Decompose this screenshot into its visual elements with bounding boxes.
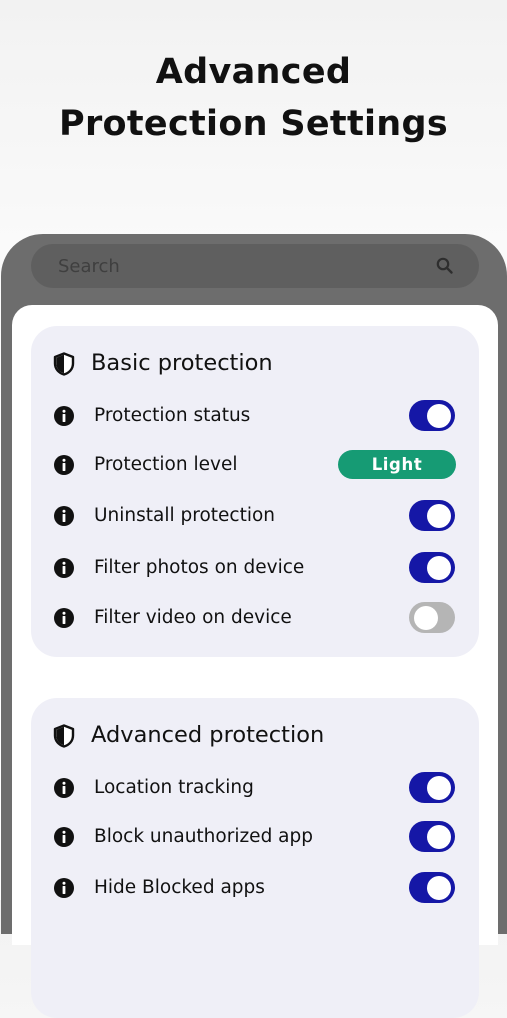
- info-icon[interactable]: [53, 826, 75, 852]
- block-unauthorized-app-row: Block unauthorized app: [31, 817, 479, 857]
- info-icon[interactable]: [53, 557, 75, 583]
- filter-photos-toggle[interactable]: [409, 552, 455, 583]
- basic-protection-card: Basic protection Protection status Prote…: [31, 326, 479, 657]
- filter-video-toggle[interactable]: [409, 602, 455, 633]
- toggle-knob: [426, 403, 451, 428]
- protection-level-row: Protection level Light: [31, 445, 479, 485]
- hide-blocked-apps-toggle[interactable]: [409, 872, 455, 903]
- advanced-protection-card: Advanced protection Location tracking Bl…: [31, 698, 479, 1018]
- uninstall-protection-row: Uninstall protection: [31, 496, 479, 536]
- toggle-knob: [426, 775, 451, 800]
- toggle-knob: [426, 875, 451, 900]
- section-title: Basic protection: [91, 350, 273, 376]
- row-label: Filter video on device: [94, 607, 292, 628]
- search-bar[interactable]: Search: [31, 244, 479, 288]
- row-label: Protection level: [94, 454, 238, 475]
- toggle-knob: [413, 605, 438, 630]
- row-label: Location tracking: [94, 777, 254, 798]
- protection-status-row: Protection status: [31, 396, 479, 436]
- shield-icon: [53, 352, 75, 380]
- section-title: Advanced protection: [91, 722, 325, 748]
- info-icon[interactable]: [53, 454, 75, 480]
- toggle-knob: [426, 503, 451, 528]
- row-label: Filter photos on device: [94, 557, 305, 578]
- info-icon[interactable]: [53, 877, 75, 903]
- toggle-knob: [426, 824, 451, 849]
- location-tracking-toggle[interactable]: [409, 772, 455, 803]
- filter-video-row: Filter video on device: [31, 598, 479, 638]
- uninstall-protection-toggle[interactable]: [409, 500, 455, 531]
- info-icon[interactable]: [53, 607, 75, 633]
- protection-status-toggle[interactable]: [409, 400, 455, 431]
- info-icon[interactable]: [53, 777, 75, 803]
- row-label: Block unauthorized app: [94, 826, 314, 847]
- filter-photos-row: Filter photos on device: [31, 548, 479, 588]
- hide-blocked-apps-row: Hide Blocked apps: [31, 868, 479, 908]
- info-icon[interactable]: [53, 405, 75, 431]
- block-unauthorized-app-toggle[interactable]: [409, 821, 455, 852]
- headline-line-2: Protection Settings: [59, 104, 448, 144]
- search-icon[interactable]: [435, 256, 455, 280]
- row-label: Hide Blocked apps: [94, 877, 265, 898]
- page-headline: Advanced Protection Settings: [0, 46, 507, 150]
- search-placeholder: Search: [58, 256, 120, 277]
- phone-frame: Search Basic protection Protection statu…: [1, 234, 507, 1018]
- toggle-knob: [426, 555, 451, 580]
- protection-level-badge[interactable]: Light: [338, 450, 456, 479]
- shield-icon: [53, 724, 75, 752]
- row-label: Uninstall protection: [94, 505, 276, 526]
- info-icon[interactable]: [53, 505, 75, 531]
- settings-screen: Basic protection Protection status Prote…: [12, 305, 498, 1018]
- row-label: Protection status: [94, 405, 251, 426]
- location-tracking-row: Location tracking: [31, 768, 479, 808]
- headline-line-1: Advanced: [155, 52, 352, 92]
